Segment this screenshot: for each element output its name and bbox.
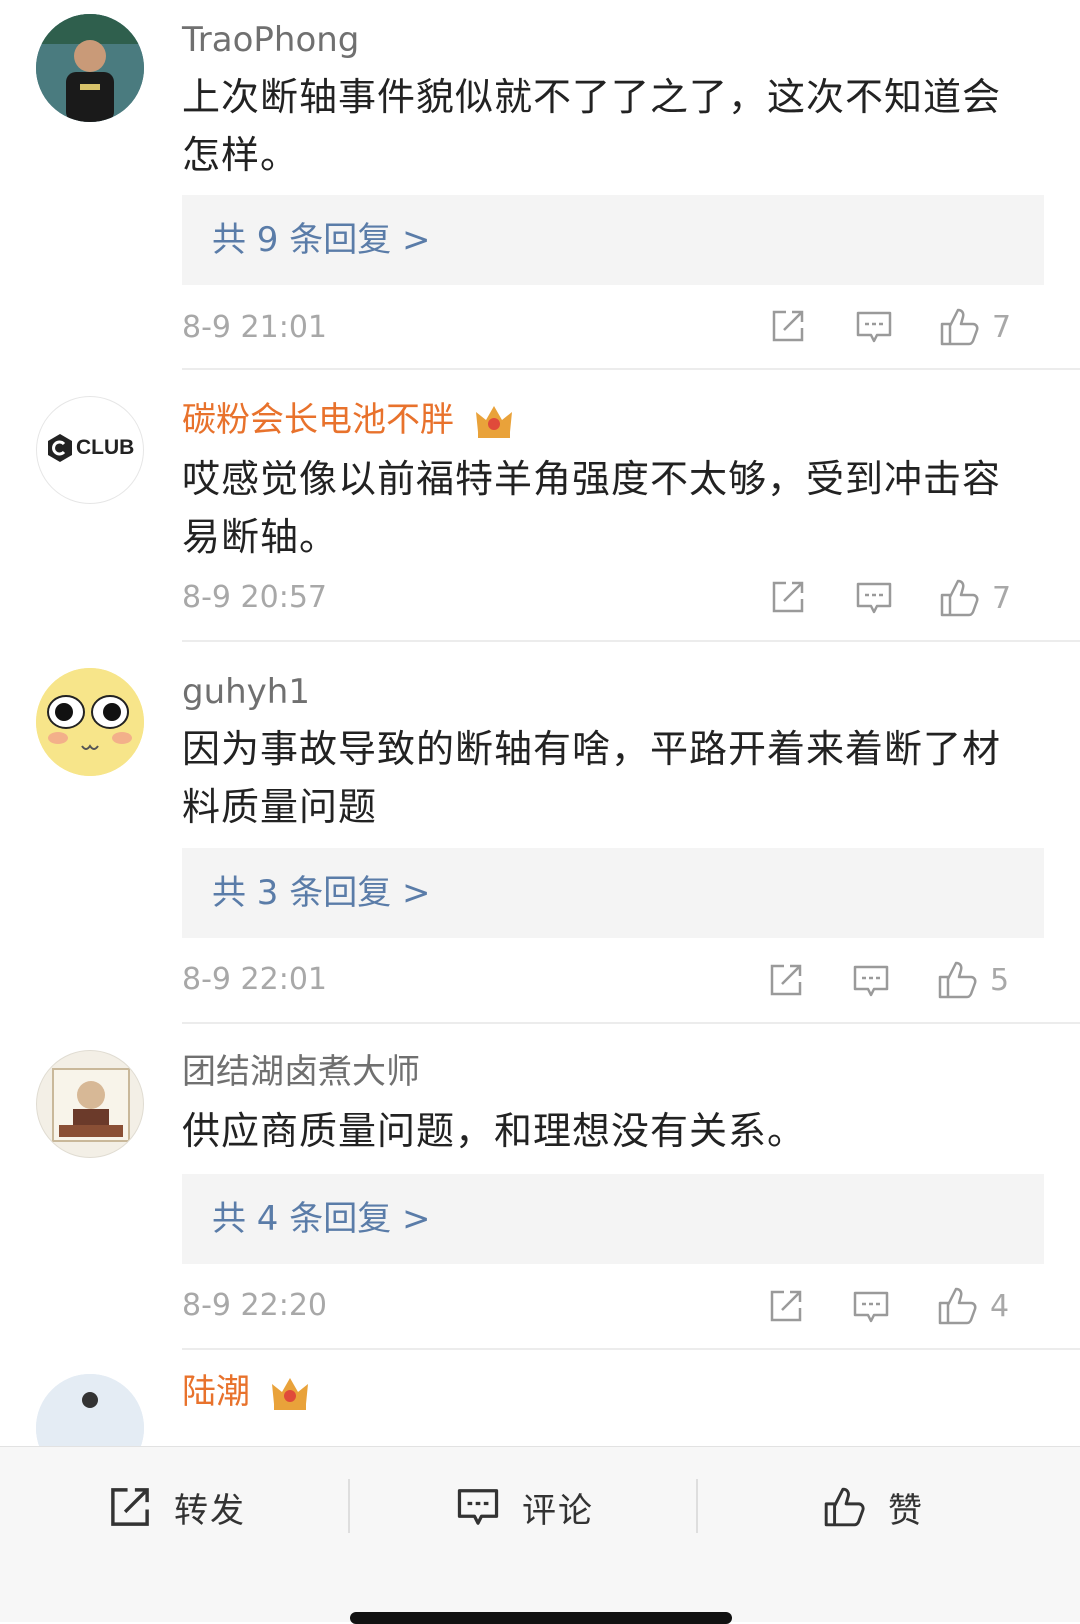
username-text: 碳粉会长电池不胖: [182, 400, 454, 440]
crown-icon: [475, 405, 512, 438]
username[interactable]: 碳粉会长电池不胖: [182, 400, 513, 440]
thumbs-up-icon: [824, 1487, 865, 1527]
comment-icon: [856, 582, 892, 614]
share-icon: [111, 1488, 149, 1526]
share-button[interactable]: [770, 308, 806, 344]
thumbs-up-icon: [940, 579, 979, 617]
comment-button[interactable]: [855, 579, 893, 617]
comment-icon: [457, 1489, 499, 1525]
club-logo-icon: [48, 434, 72, 462]
like-count: 7: [992, 580, 1012, 616]
divider: [182, 640, 1080, 642]
like-button[interactable]: 赞: [822, 1477, 924, 1537]
comment-text: 因为事故导致的断轴有啥，平路开着来着断了材料质量问题: [182, 727, 1002, 829]
like-count: 7: [992, 309, 1012, 345]
timestamp: 8-9 20:57: [182, 580, 327, 615]
username[interactable]: TraoPhong: [182, 20, 359, 60]
comment-button[interactable]: 评论: [456, 1477, 594, 1537]
like-button[interactable]: 4: [936, 1285, 1009, 1327]
like-count: 4: [990, 1288, 1010, 1324]
crown-icon: [271, 1377, 308, 1410]
timestamp: 8-9 21:01: [182, 310, 327, 345]
share-icon: [772, 310, 804, 342]
comment-icon: [853, 965, 889, 997]
share-icon: [772, 581, 804, 613]
avatar[interactable]: CLUB: [36, 396, 144, 504]
username[interactable]: 团结湖卤煮大师: [182, 1052, 420, 1092]
divider: [182, 368, 1080, 370]
thumbs-up-icon: [938, 961, 977, 999]
username-text: 陆潮: [182, 1372, 250, 1412]
comment-button[interactable]: [855, 308, 893, 346]
divider: [696, 1479, 698, 1533]
comment-icon: [856, 311, 892, 343]
like-button[interactable]: 7: [938, 577, 1011, 619]
divider: [182, 1348, 1080, 1350]
divider: [182, 1022, 1080, 1024]
repost-label: 转发: [174, 1490, 246, 1531]
username[interactable]: guhyh1: [182, 672, 310, 712]
timestamp: 8-9 22:20: [182, 1288, 327, 1323]
bottom-action-bar: 转发 评论 赞: [0, 1446, 1080, 1622]
thumbs-up-icon: [940, 308, 979, 346]
divider: [348, 1479, 350, 1533]
share-button[interactable]: [768, 962, 804, 998]
avatar[interactable]: [36, 1050, 144, 1158]
share-icon: [770, 1290, 802, 1322]
like-count: 5: [990, 962, 1010, 998]
comment-text: 供应商质量问题，和理想没有关系。: [182, 1109, 807, 1153]
reply-count-link[interactable]: 共 4 条回复 >: [182, 1174, 1044, 1264]
comment-button[interactable]: [852, 1288, 890, 1326]
comment-button[interactable]: [852, 962, 890, 1000]
like-button[interactable]: 5: [936, 959, 1009, 1001]
avatar[interactable]: [36, 14, 144, 122]
repost-button[interactable]: 转发: [108, 1477, 246, 1537]
thumbs-up-icon: [938, 1287, 977, 1325]
share-icon: [770, 964, 802, 996]
username[interactable]: 陆潮: [182, 1372, 309, 1412]
share-button[interactable]: [768, 1288, 804, 1324]
like-button[interactable]: 7: [938, 306, 1011, 348]
comment-icon: [853, 1291, 889, 1323]
comment-text: 哎感觉像以前福特羊角强度不太够，受到冲击容易断轴。: [182, 457, 1002, 559]
comment-label: 评论: [522, 1490, 594, 1531]
avatar-logo-text: CLUB: [76, 436, 135, 459]
reply-count-link[interactable]: 共 3 条回复 >: [182, 848, 1044, 938]
reply-count-link[interactable]: 共 9 条回复 >: [182, 195, 1044, 285]
timestamp: 8-9 22:01: [182, 962, 327, 997]
share-button[interactable]: [770, 579, 806, 615]
like-label: 赞: [888, 1490, 924, 1531]
home-indicator[interactable]: [350, 1612, 732, 1624]
avatar[interactable]: [36, 668, 144, 776]
comment-text: 上次断轴事件貌似就不了了之了，这次不知道会怎样。: [182, 75, 1002, 177]
